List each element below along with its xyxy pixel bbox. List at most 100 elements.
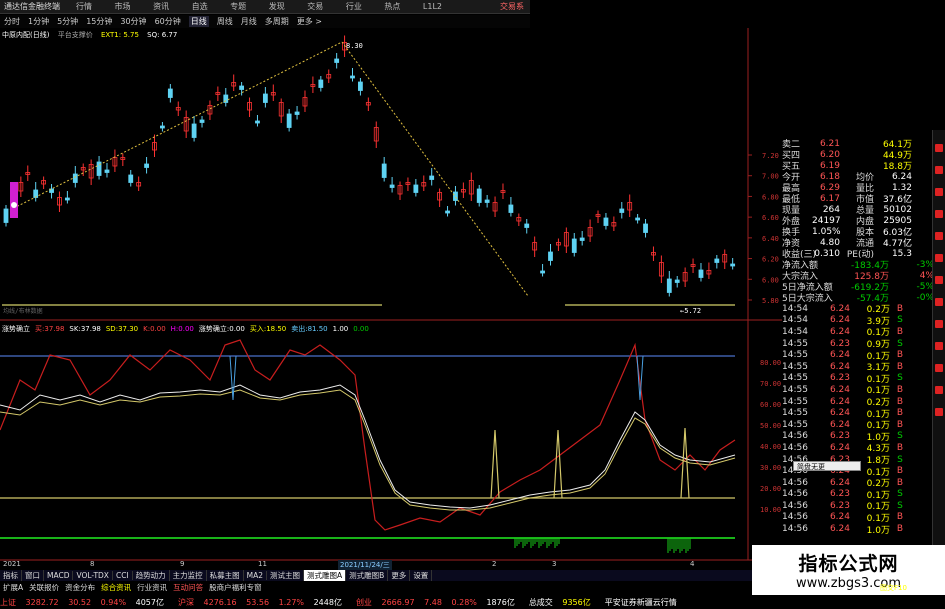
side-f10-label[interactable]: 图交F10 <box>880 583 907 593</box>
menu-item-hq[interactable]: 行情 <box>76 2 92 11</box>
extension-tab[interactable]: 股商户福利专窗 <box>206 582 265 593</box>
tick-flag: S <box>897 315 903 326</box>
tool-icon-9[interactable] <box>935 320 943 328</box>
extension-tab[interactable]: 互动问答 <box>170 582 206 593</box>
candle-body <box>453 191 458 201</box>
period-more[interactable]: 更多 > <box>297 16 322 27</box>
indicator-tab[interactable]: 测试主图 <box>267 570 305 581</box>
candle-body <box>468 180 474 195</box>
tool-icon-5[interactable] <box>935 232 943 240</box>
trade-system-button[interactable]: 交易系 <box>500 1 524 12</box>
indicator-tab[interactable]: 测式雕图B <box>346 570 389 581</box>
price-tick-label: 7.20 <box>762 152 779 160</box>
extension-tab[interactable]: 综合资讯 <box>98 582 134 593</box>
index-cy[interactable]: 创业 2666.97 7.48 0.28% 1876亿 <box>356 597 522 608</box>
candle-body <box>484 199 490 203</box>
indicator-tab[interactable]: 测式雕图A <box>304 570 347 581</box>
tick-price: 6.24 <box>829 350 850 361</box>
quote-value: 6.21 <box>819 138 840 149</box>
period-30min[interactable]: 30分钟 <box>120 16 146 27</box>
extension-tab[interactable]: 关联报价 <box>26 582 62 593</box>
candle-body <box>405 182 411 185</box>
indicator-tab[interactable]: 主力监控 <box>170 570 207 581</box>
period-daily[interactable]: 日线 <box>188 16 209 27</box>
tool-icon-11[interactable] <box>935 364 943 372</box>
tool-icon-6[interactable] <box>935 254 943 262</box>
candle-body <box>270 92 276 96</box>
period-monthly[interactable]: 月线 <box>241 16 257 27</box>
tool-icon-3[interactable] <box>935 188 943 196</box>
tick-time: 14:54 <box>782 303 808 314</box>
indicator-tab[interactable]: 设置 <box>410 570 433 581</box>
sub-item-sd: SD:37.30 <box>105 324 139 333</box>
period-intraday[interactable]: 分时 <box>4 16 20 27</box>
tick-price: 6.24 <box>829 315 850 326</box>
tool-icon-12[interactable] <box>935 386 943 394</box>
index-sh[interactable]: 上证 3282.72 30.52 0.94% 4057亿 <box>0 597 171 608</box>
index-hs[interactable]: 沪深 4276.16 53.56 1.27% 2448亿 <box>178 597 349 608</box>
tool-icon-4[interactable] <box>935 210 943 218</box>
tool-icon-7[interactable] <box>935 276 943 284</box>
tick-price: 6.23 <box>829 338 850 349</box>
menu-item-market[interactable]: 市场 <box>115 2 131 11</box>
candle-body <box>223 94 229 103</box>
menu-item-watchlist[interactable]: 自选 <box>192 2 208 11</box>
sub-item-buy: 买:37.98 <box>35 324 65 333</box>
period-15min[interactable]: 15分钟 <box>86 16 112 27</box>
quote-value-2: 18.8万 <box>882 162 912 172</box>
candle-body <box>104 169 110 173</box>
candle-body <box>658 262 664 277</box>
menu-item-news[interactable]: 资讯 <box>153 2 169 11</box>
period-5min[interactable]: 5分钟 <box>57 16 78 27</box>
menu-item-hot[interactable]: 热点 <box>384 2 400 11</box>
date-label: 4 <box>690 560 695 568</box>
indicator-tab[interactable]: 窗口 <box>22 570 44 581</box>
tool-icon-13[interactable] <box>935 408 943 416</box>
tool-icon-1[interactable] <box>935 144 943 152</box>
tick-time: 14:55 <box>782 408 808 419</box>
indicator-tab[interactable]: 私募主图 <box>207 570 244 581</box>
period-weekly[interactable]: 周线 <box>217 16 233 27</box>
indicator-tab[interactable]: 更多 <box>388 570 411 581</box>
period-60min[interactable]: 60分钟 <box>155 16 181 27</box>
tick-volume: 1.0万 <box>866 525 890 536</box>
ext1-value: EXT1: 5.75 <box>100 31 139 39</box>
candle-body <box>350 75 355 79</box>
candle-body <box>11 199 17 203</box>
extension-tab[interactable]: 扩展A <box>0 582 26 593</box>
indicator-tab[interactable]: 指标 <box>0 570 22 581</box>
total-turnover: 总成交 9356亿 <box>528 598 591 607</box>
indicator-tab[interactable]: 趋势动力 <box>133 570 170 581</box>
extension-tab[interactable]: 行业资讯 <box>134 582 170 593</box>
indicator-tab[interactable]: CCI <box>113 571 133 580</box>
tool-icon-2[interactable] <box>935 166 943 174</box>
indicator-tab[interactable]: MA2 <box>244 571 268 580</box>
candle-body <box>152 142 157 151</box>
extension-tab[interactable]: 资金分布 <box>62 582 98 593</box>
sub-indicator-name[interactable]: 涨势确立 <box>2 324 30 334</box>
candle-body <box>556 242 561 246</box>
menu-item-l1l2[interactable]: L1L2 <box>423 2 442 11</box>
tool-icon-10[interactable] <box>935 342 943 350</box>
tool-icon-8[interactable] <box>935 298 943 306</box>
period-1min[interactable]: 1分钟 <box>28 16 49 27</box>
candle-body <box>310 84 316 87</box>
menu-item-discover[interactable]: 发现 <box>269 2 285 11</box>
tick-time: 14:54 <box>782 326 808 337</box>
candle-body <box>627 202 633 211</box>
indicator-tab[interactable]: VOL-TDX <box>73 571 113 580</box>
candle-body <box>476 188 482 203</box>
buy-signal-spike <box>680 427 690 499</box>
menu-item-trade[interactable]: 交易 <box>307 2 323 11</box>
price-tick-label: 6.60 <box>762 214 779 222</box>
title-bar: 通达信金融终端 行情 市场 资讯 自选 专题 发现 交易 行业 热点 L1L2 … <box>0 0 530 14</box>
menu-item-industry[interactable]: 行业 <box>346 2 362 11</box>
indicator-tab[interactable]: MACD <box>44 571 74 580</box>
sub-item-one: 1.00 <box>332 324 349 333</box>
period-multi[interactable]: 多周期 <box>265 16 289 27</box>
news-ticker[interactable]: 平安证券新疆云行情 <box>605 597 677 608</box>
menu-item-topic[interactable]: 专题 <box>230 2 246 11</box>
mini-popup[interactable]: 简盘无更 <box>793 461 861 471</box>
candle-body <box>690 264 696 267</box>
tick-row: 14:55 6.24 3.1万 B <box>782 361 945 374</box>
